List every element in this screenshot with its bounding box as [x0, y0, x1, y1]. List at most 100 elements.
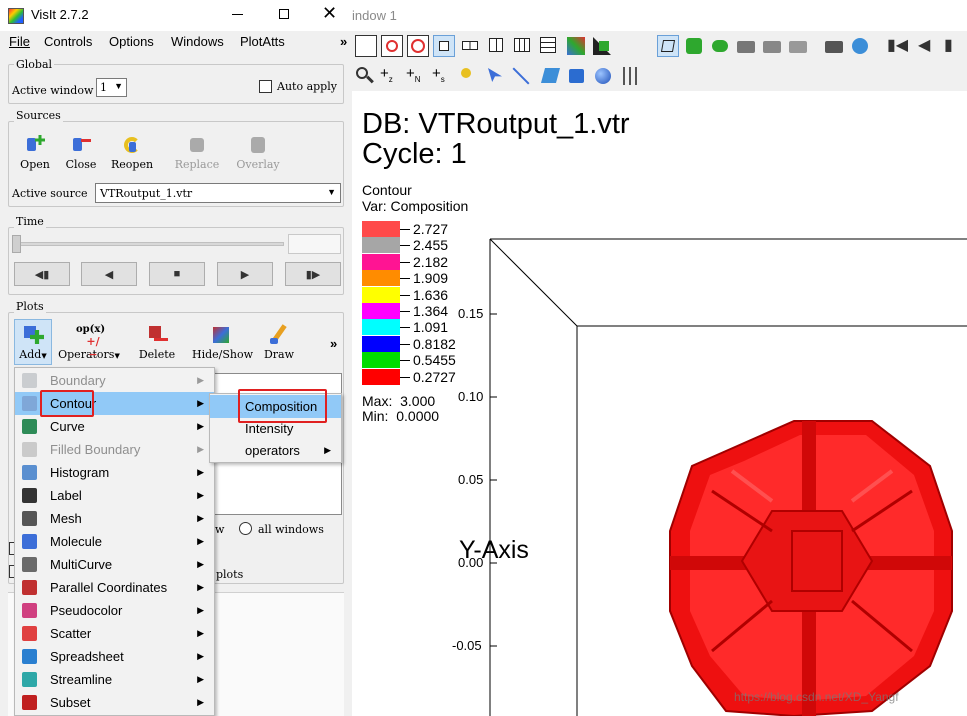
global-group-title: Global	[14, 58, 55, 71]
clear-window-icon[interactable]	[381, 35, 403, 57]
zoom-icon[interactable]	[354, 65, 376, 87]
layout-3x2-icon[interactable]	[512, 35, 534, 57]
plot-menu-item-scatter[interactable]: Scatter ▶	[15, 622, 214, 645]
menu-file[interactable]: File	[9, 34, 30, 49]
camera3-icon[interactable]	[787, 35, 809, 57]
menu-controls[interactable]: Controls	[44, 34, 92, 49]
layout-3x3-icon[interactable]	[538, 35, 560, 57]
menu-bar: File Controls Options Windows PlotAtts »	[0, 31, 352, 53]
lineout-icon[interactable]	[709, 35, 731, 57]
box-icon[interactable]	[566, 65, 588, 87]
plots-toolbar-overflow-button[interactable]: »	[330, 336, 337, 351]
line-tool-icon[interactable]	[510, 65, 532, 87]
delete-window-icon[interactable]	[407, 35, 429, 57]
plot-canvas[interactable]	[352, 91, 967, 716]
plus-s-icon[interactable]: +s	[432, 65, 454, 87]
active-window-select[interactable]: 1 ▼	[96, 78, 127, 97]
layout-1x1-icon[interactable]	[355, 35, 377, 57]
plot-menu-item-curve[interactable]: Curve ▶	[15, 415, 214, 438]
maximize-button[interactable]	[279, 9, 289, 19]
plot-menu-item-mesh[interactable]: Mesh ▶	[15, 507, 214, 530]
time-slider-handle[interactable]	[12, 235, 21, 253]
step-forward-button[interactable]: ▮▶	[285, 262, 341, 286]
time-state-field[interactable]	[288, 234, 341, 254]
overlay-icon	[247, 134, 269, 156]
all-windows-radio[interactable]	[239, 522, 252, 535]
operators-icon: op(x) +/−	[76, 324, 106, 361]
camera2-icon[interactable]	[761, 35, 783, 57]
play-reverse-button[interactable]: ◀	[81, 262, 137, 286]
sliders-icon[interactable]	[620, 65, 642, 87]
menu-options[interactable]: Options	[109, 34, 154, 49]
navigate-icon[interactable]	[591, 35, 613, 57]
overlay-button-label: Overlay	[236, 158, 280, 171]
prev-frame-icon[interactable]: ◀	[918, 35, 940, 57]
layout-2x1-icon[interactable]	[460, 35, 482, 57]
layout-single-icon[interactable]	[433, 35, 455, 57]
camera4-icon[interactable]	[823, 35, 845, 57]
hide-show-button[interactable]: Hide/Show	[192, 324, 253, 361]
menu-overflow-button[interactable]: »	[340, 34, 347, 49]
lock-view-icon[interactable]	[565, 35, 587, 57]
first-frame-icon[interactable]: ▮◀	[887, 35, 909, 57]
time-slider-track[interactable]	[14, 242, 284, 246]
replace-button[interactable]: Replace	[172, 134, 222, 171]
camera-icon[interactable]	[735, 35, 757, 57]
minimize-button[interactable]	[232, 14, 243, 15]
menu-windows[interactable]: Windows	[171, 34, 224, 49]
layout-2x2-icon[interactable]	[486, 35, 508, 57]
plot-menu-item-subset[interactable]: Subset ▶	[15, 691, 214, 714]
3d-box-icon[interactable]	[657, 35, 679, 57]
plus-n-icon[interactable]: +N	[406, 65, 428, 87]
plot-menu-item-multicurve[interactable]: MultiCurve ▶	[15, 553, 214, 576]
close-source-button[interactable]: Close	[62, 134, 100, 171]
y-tick-label-4: -0.05	[452, 638, 482, 653]
pick-pointer-icon[interactable]	[484, 65, 506, 87]
play-frame-icon[interactable]: ▮	[944, 35, 966, 57]
submenu-item-operators[interactable]: operators ▶	[210, 439, 341, 462]
plot-menu-item-pseudocolor[interactable]: Pseudocolor ▶	[15, 599, 214, 622]
y-axis-title: Y-Axis	[459, 536, 529, 564]
all-windows-label: all windows	[258, 523, 324, 536]
draw-button[interactable]: Draw	[262, 324, 296, 361]
plot-menu-item-boundary[interactable]: Boundary ▶	[15, 369, 214, 392]
active-window-label: Active window	[12, 84, 94, 97]
y-tick-label-2: 0.05	[458, 472, 484, 487]
plus-z-icon[interactable]: +z	[380, 65, 402, 87]
close-database-icon	[70, 134, 92, 156]
pick-icon[interactable]	[683, 35, 705, 57]
open-button[interactable]: Open	[16, 134, 54, 171]
plot-menu-item-spreadsheet[interactable]: Spreadsheet ▶	[15, 645, 214, 668]
plot-menu-item-molecule[interactable]: Molecule ▶	[15, 530, 214, 553]
stop-button[interactable]: ■	[149, 262, 205, 286]
plot-menu-item-streamline[interactable]: Streamline ▶	[15, 668, 214, 691]
play-button[interactable]: ▶	[217, 262, 273, 286]
add-plot-button[interactable]: Add▼	[14, 324, 52, 361]
overlay-button[interactable]: Overlay	[234, 134, 282, 171]
reopen-button[interactable]: Reopen	[111, 134, 153, 171]
mesh-plot-icon	[22, 511, 37, 526]
query-icon[interactable]	[458, 65, 480, 87]
partial-label-plots: plots	[216, 568, 244, 581]
spreadsheet-plot-icon	[22, 649, 37, 664]
plot-menu-item-label[interactable]: Label ▶	[15, 484, 214, 507]
replace-button-label: Replace	[174, 158, 220, 171]
operators-button[interactable]: op(x) +/− Operators▼	[57, 324, 121, 361]
plot-menu-item-histogram[interactable]: Histogram ▶	[15, 461, 214, 484]
sphere-icon[interactable]	[592, 65, 614, 87]
active-source-select[interactable]: VTRoutput_1.vtr ▼	[95, 183, 341, 203]
step-back-button[interactable]: ◀▮	[14, 262, 70, 286]
delete-plot-button[interactable]: Delete	[136, 324, 178, 361]
plane-icon[interactable]	[540, 65, 562, 87]
globe-icon[interactable]	[849, 35, 871, 57]
partial-label-w: w	[215, 523, 225, 536]
auto-apply-checkbox[interactable]	[259, 80, 272, 93]
close-button[interactable]: ✕	[322, 3, 337, 24]
plot-menu-item-label: Boundary	[50, 373, 106, 388]
dropdown-arrow-icon: ▼	[41, 352, 47, 360]
plot-menu-item-label: Spreadsheet	[50, 649, 124, 664]
menu-plotatts[interactable]: PlotAtts	[240, 34, 285, 49]
plot-menu-item-label: Subset	[50, 695, 91, 710]
plot-menu-item-parallel-coordinates[interactable]: Parallel Coordinates ▶	[15, 576, 214, 599]
plot-menu-item-filled-boundary[interactable]: Filled Boundary ▶	[15, 438, 214, 461]
